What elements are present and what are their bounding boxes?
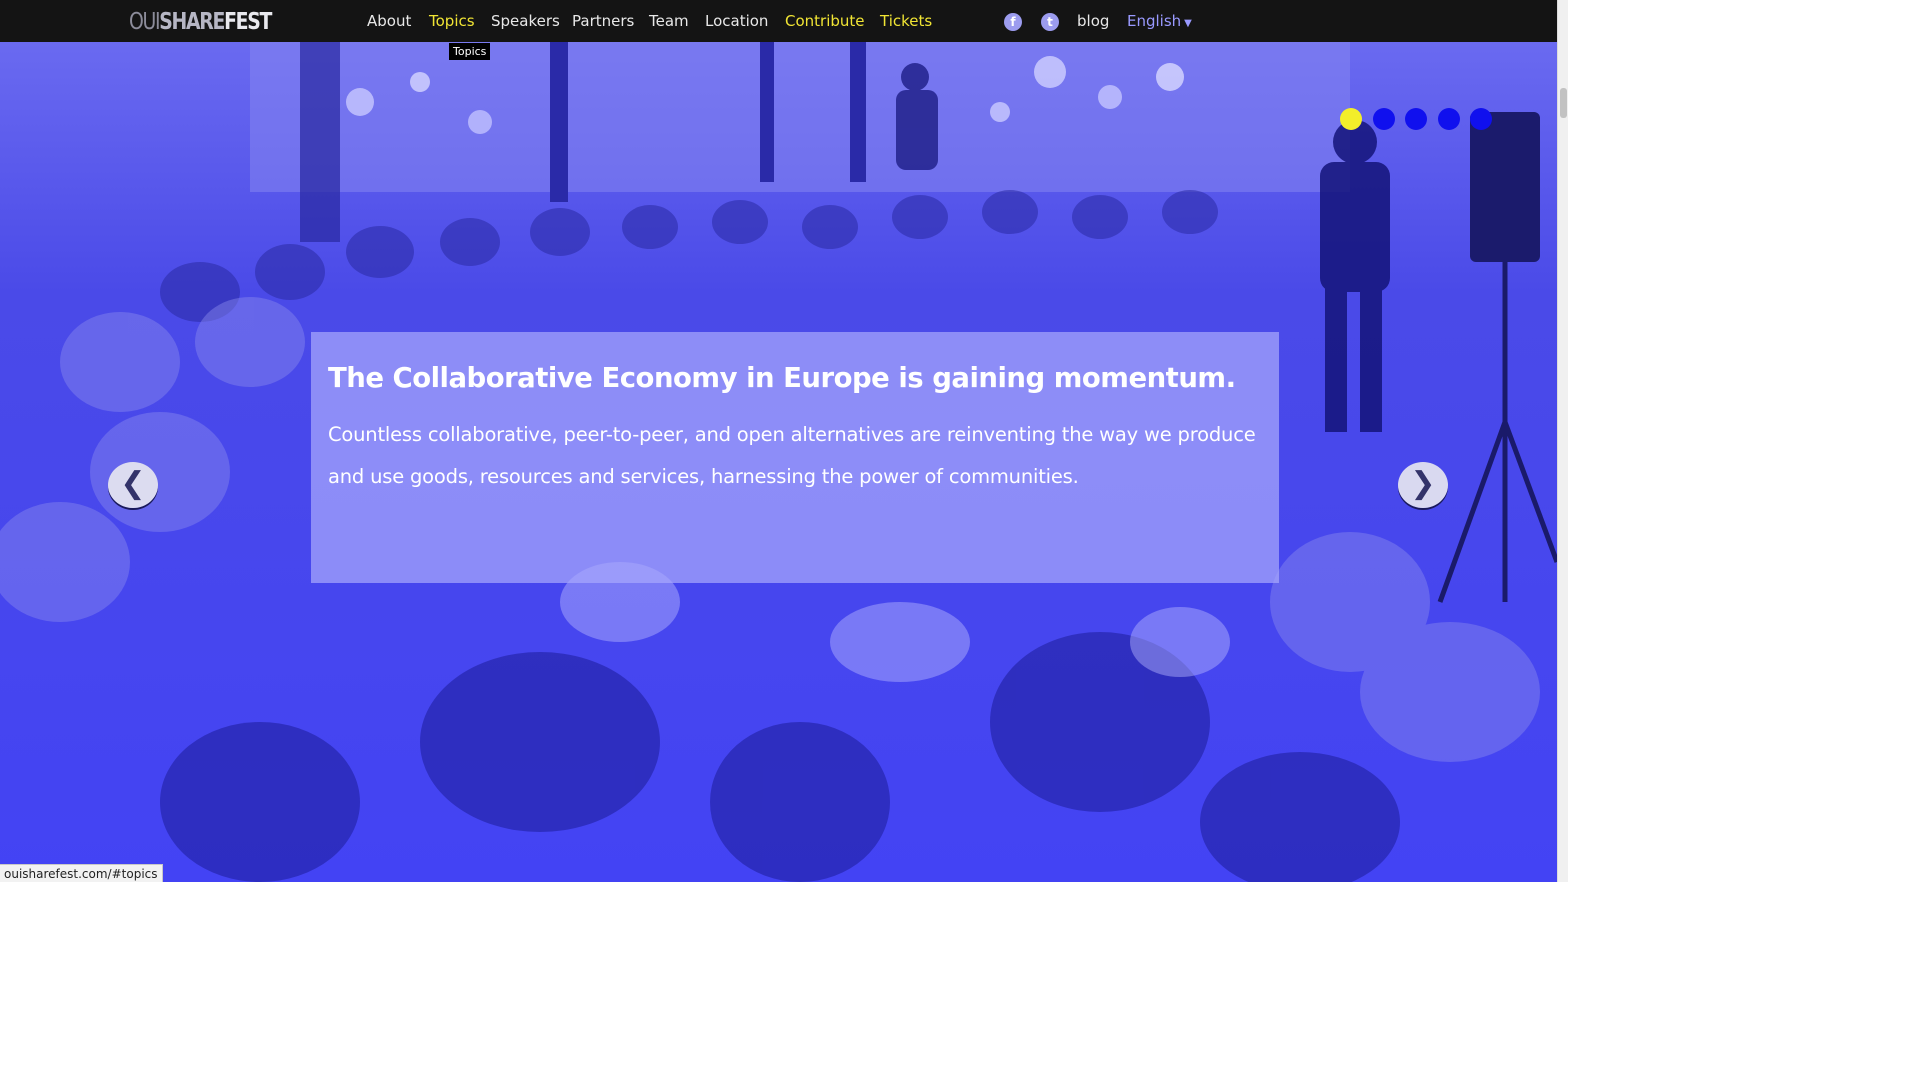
carousel-dot-5[interactable] [1470, 108, 1492, 130]
caret-down-icon: ▼ [1184, 18, 1192, 29]
browser-status-url: ouisharefest.com/#topics [0, 864, 163, 882]
twitter-icon[interactable]: t [1041, 13, 1059, 31]
nav-link-location[interactable]: Location [705, 12, 768, 30]
nav-link-contribute[interactable]: Contribute [785, 12, 865, 30]
slide-body-text: Countless collaborative, peer-to-peer, a… [328, 423, 1256, 488]
carousel-next-button[interactable]: ❯ [1398, 462, 1448, 508]
chevron-right-icon: ❯ [1410, 466, 1436, 501]
language-selector[interactable]: English ▼ [1127, 12, 1192, 30]
nav-link-tickets[interactable]: Tickets [880, 12, 932, 30]
carousel-dot-2[interactable] [1373, 108, 1395, 130]
carousel-dot-3[interactable] [1405, 108, 1427, 130]
nav-link-speakers[interactable]: Speakers [491, 12, 560, 30]
slide-caption-panel: The Collaborative Economy in Europe is g… [311, 332, 1279, 583]
chevron-left-icon: ❮ [120, 466, 146, 501]
carousel-dot-4[interactable] [1438, 108, 1460, 130]
logo-part-oui: OUI [129, 9, 161, 35]
carousel-dot-1[interactable] [1340, 108, 1362, 130]
logo-part-fest: FEST [224, 9, 272, 35]
scrollbar-thumb[interactable] [1560, 88, 1567, 118]
slide-title: The Collaborative Economy in Europe is g… [328, 362, 1236, 394]
nav-link-topics[interactable]: Topics [429, 12, 475, 30]
nav-link-about[interactable]: About [367, 12, 411, 30]
page: OUISHAREFEST About Topics Speakers Partn… [0, 0, 1568, 882]
nav-link-partners[interactable]: Partners [572, 12, 634, 30]
logo-part-share: SHARE [159, 9, 225, 35]
nav-link-blog[interactable]: blog [1077, 12, 1109, 30]
carousel-prev-button[interactable]: ❮ [108, 462, 158, 508]
ouisharefest-logo[interactable]: OUISHAREFEST [129, 9, 272, 35]
nav-link-team[interactable]: Team [649, 12, 689, 30]
top-navbar: OUISHAREFEST About Topics Speakers Partn… [0, 0, 1557, 42]
facebook-icon[interactable]: f [1004, 13, 1022, 31]
page-scrollbar[interactable] [1557, 0, 1568, 882]
topics-tooltip: Topics [449, 43, 491, 60]
language-label: English [1127, 12, 1182, 30]
